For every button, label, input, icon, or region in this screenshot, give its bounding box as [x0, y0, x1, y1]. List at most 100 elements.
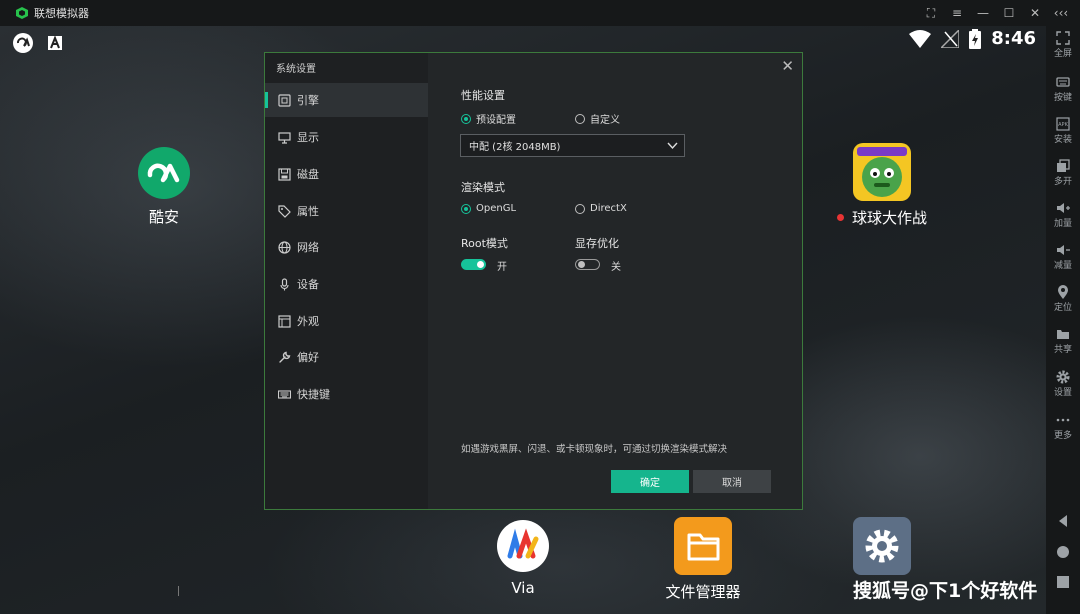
svg-text:APK: APK: [1058, 122, 1068, 128]
radio-label: DirectX: [590, 203, 627, 214]
app-coolapk[interactable]: 酷安: [128, 146, 200, 227]
sidebar-settings[interactable]: 设置: [1046, 370, 1080, 398]
emulator-sidebar: 全屏 按键 APK 安装 多开 加量 减量 定位 共享 设置 更多: [1046, 26, 1080, 614]
sidebar-label: 更多: [1053, 431, 1072, 441]
sidebar-label: 加量: [1053, 219, 1072, 229]
engine-icon: [278, 93, 291, 107]
radio-label: OpenGL: [476, 203, 517, 214]
recents-icon: [1057, 576, 1069, 588]
settings-nav: 系统设置 引擎 显示 磁盘 属性 网络 设备 外观 偏好 快捷键: [265, 53, 428, 509]
keyboard-icon: [1056, 77, 1070, 87]
nav-label: 偏好: [297, 351, 319, 364]
dialog-close-button[interactable]: ✕: [781, 57, 794, 75]
nav-hint: [178, 586, 179, 596]
vram-toggle[interactable]: [575, 259, 600, 270]
collapse-icon[interactable]: ‹‹‹: [1048, 6, 1074, 20]
radio-dot: [575, 113, 585, 124]
nav-shortcuts[interactable]: 快捷键: [265, 377, 428, 411]
app-settings[interactable]: [852, 517, 912, 575]
preset-radio[interactable]: 预设配置: [461, 111, 516, 126]
back-icon: [1059, 515, 1067, 527]
close-icon[interactable]: ✕: [1022, 6, 1048, 20]
app-balls-battle[interactable]: 球球大作战: [826, 143, 938, 228]
root-toggle[interactable]: [461, 259, 486, 270]
nav-display[interactable]: 显示: [265, 120, 428, 154]
folder-icon: [674, 517, 732, 575]
app-label-text: 球球大作战: [851, 209, 927, 227]
toggle-knob: [578, 261, 585, 268]
menu-icon[interactable]: ≡: [944, 6, 970, 20]
app-via[interactable]: Via: [490, 519, 556, 597]
watermark: 搜狐号@下1个好软件: [853, 580, 1038, 602]
nav-label: 外观: [297, 315, 319, 328]
app-label: 文件管理器: [665, 583, 741, 601]
nav-engine[interactable]: 引擎: [265, 83, 428, 117]
root-toggle-label: 开: [497, 262, 507, 273]
sidebar-label: 设置: [1053, 388, 1072, 398]
performance-section-title: 性能设置: [461, 89, 505, 102]
cancel-button[interactable]: 取消: [693, 470, 771, 493]
custom-radio[interactable]: 自定义: [575, 111, 620, 126]
radio-label: 自定义: [590, 115, 620, 126]
via-icon: [497, 520, 549, 572]
battery-charging-icon: [969, 28, 982, 49]
nav-appearance[interactable]: 外观: [265, 304, 428, 338]
location-icon: [1058, 285, 1068, 299]
nav-properties[interactable]: 属性: [265, 194, 428, 228]
render-section-title: 渲染模式: [461, 181, 505, 194]
radio-dot: [575, 203, 585, 214]
display-icon: [278, 131, 291, 144]
radio-label: 预设配置: [476, 115, 516, 126]
performance-profile-select[interactable]: 中配 (2核 2048MB): [460, 134, 685, 157]
nav-label: 设备: [297, 278, 319, 291]
sidebar-share[interactable]: 共享: [1046, 327, 1080, 355]
opengl-radio[interactable]: OpenGL: [461, 203, 516, 214]
nav-disk[interactable]: 磁盘: [265, 157, 428, 191]
sidebar-fullscreen[interactable]: 全屏: [1046, 31, 1080, 59]
wifi-icon: [909, 29, 932, 48]
globe-icon: [278, 240, 291, 254]
nav-label: 属性: [297, 205, 319, 218]
sidebar-keymap[interactable]: 按键: [1046, 75, 1080, 103]
share-folder-icon: [1057, 330, 1069, 339]
minimize-icon[interactable]: —: [970, 6, 996, 20]
wrench-icon: [279, 351, 291, 363]
vram-toggle-label: 关: [611, 262, 621, 273]
game-icon: [853, 143, 911, 201]
nav-label: 网络: [297, 241, 319, 254]
window-title: 联想模拟器: [34, 7, 89, 20]
sidebar-volume-down[interactable]: 减量: [1046, 243, 1080, 271]
sidebar-volume-up[interactable]: 加量: [1046, 201, 1080, 229]
coolapk-icon: [138, 147, 190, 199]
sidebar-label: 减量: [1053, 261, 1072, 271]
sidebar-install[interactable]: APK 安装: [1046, 117, 1080, 145]
directx-radio[interactable]: DirectX: [575, 203, 627, 214]
sidebar-more[interactable]: 更多: [1046, 413, 1080, 441]
nav-label: 显示: [297, 131, 319, 144]
maximize-icon[interactable]: ☐: [996, 6, 1022, 20]
sidebar-multi[interactable]: 多开: [1046, 159, 1080, 187]
ok-button[interactable]: 确定: [611, 470, 689, 493]
no-signal-icon: [941, 29, 960, 48]
multi-instance-icon: [1057, 159, 1070, 172]
toggle-knob: [477, 261, 484, 268]
android-home-button[interactable]: [1046, 545, 1080, 559]
a-notification-icon: [48, 36, 62, 50]
screenshot-icon[interactable]: ⛶: [918, 6, 944, 21]
android-back-button[interactable]: [1046, 514, 1080, 528]
app-file-manager[interactable]: 文件管理器: [660, 517, 746, 602]
clock: 8:46: [991, 28, 1036, 49]
root-section-title: Root模式: [461, 237, 508, 250]
nav-preferences[interactable]: 偏好: [265, 340, 428, 374]
sidebar-label: 多开: [1053, 177, 1072, 187]
app-logo-icon: [16, 7, 28, 19]
fullscreen-icon: [1056, 31, 1070, 45]
android-recents-button[interactable]: [1046, 575, 1080, 589]
home-icon: [1057, 546, 1069, 558]
sidebar-location[interactable]: 定位: [1046, 285, 1080, 313]
gear-icon: [1056, 370, 1070, 384]
nav-network[interactable]: 网络: [265, 230, 428, 264]
nav-device[interactable]: 设备: [265, 267, 428, 301]
chevron-down-icon: [667, 142, 678, 150]
select-value: 中配 (2核 2048MB): [469, 142, 561, 153]
